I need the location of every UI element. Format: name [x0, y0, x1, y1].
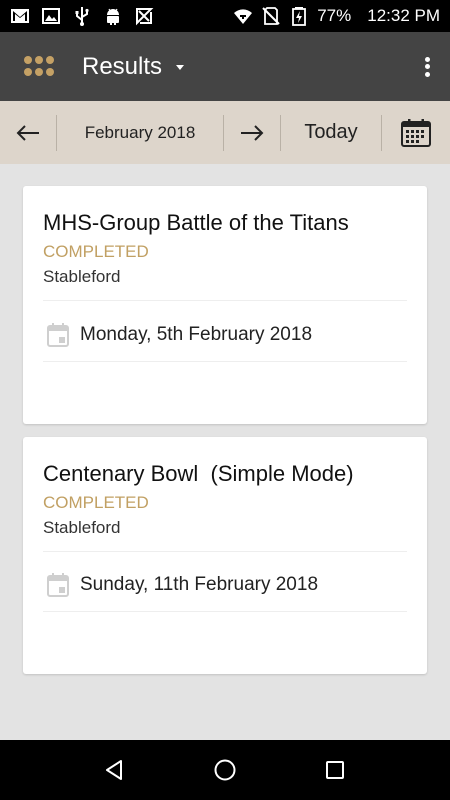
more-vertical-icon[interactable] [422, 55, 432, 79]
competition-title: MHS-Group Battle of the Titans [43, 210, 349, 235]
battery-icon [289, 6, 309, 26]
gmail-icon [10, 6, 30, 26]
calendar-icon [401, 118, 431, 147]
back-triangle-icon [106, 760, 122, 780]
competition-date: Monday, 5th February 2018 [80, 324, 313, 345]
wifi-icon [233, 6, 253, 26]
status-badge: COMPLETED [43, 493, 149, 512]
image-icon [41, 6, 61, 26]
next-month-button[interactable] [224, 101, 280, 164]
battery-percentage: 77% [317, 6, 352, 25]
chevron-down-icon[interactable] [176, 65, 185, 70]
result-card[interactable]: Centenary Bowl (Simple Mode) COMPLETED S… [23, 437, 427, 674]
divider [43, 361, 407, 362]
system-navigation-bar [0, 740, 450, 800]
today-button[interactable]: Today [281, 121, 381, 144]
usb-icon [72, 6, 92, 26]
calendar-icon [47, 573, 69, 597]
competition-date: Sunday, 11th February 2018 [80, 574, 319, 595]
play-store-icon [134, 6, 154, 26]
divider [43, 551, 407, 552]
back-button[interactable] [95, 750, 135, 790]
date-navigation-bar: February 2018 Today [0, 101, 450, 164]
arrow-right-icon [241, 124, 264, 141]
calendar-icon [47, 323, 69, 347]
competition-format: Stableford [43, 518, 121, 537]
divider [43, 300, 407, 301]
current-month-label[interactable]: February 2018 [57, 123, 223, 143]
page-title[interactable]: Results [82, 53, 162, 81]
arrow-left-icon [16, 124, 39, 141]
result-card[interactable]: MHS-Group Battle of the Titans COMPLETED… [23, 186, 427, 424]
status-time: 12:32 PM [367, 6, 440, 25]
previous-month-button[interactable] [0, 101, 56, 164]
status-bar: 77% 12:32 PM [0, 0, 450, 32]
status-system-icons: 77% 12:32 PM [233, 6, 440, 26]
home-button[interactable] [205, 750, 245, 790]
home-circle-icon [214, 759, 236, 781]
android-icon [103, 6, 123, 26]
competition-title: Centenary Bowl (Simple Mode) [43, 461, 354, 486]
no-sim-icon [261, 6, 281, 26]
status-notification-icons [10, 6, 154, 26]
apps-grid-icon[interactable] [24, 55, 54, 78]
calendar-button[interactable] [382, 101, 450, 164]
divider [43, 611, 407, 612]
recents-button[interactable] [315, 750, 355, 790]
recents-square-icon [326, 761, 344, 779]
competition-format: Stableford [43, 267, 121, 286]
status-badge: COMPLETED [43, 242, 149, 261]
app-bar: Results [0, 32, 450, 101]
